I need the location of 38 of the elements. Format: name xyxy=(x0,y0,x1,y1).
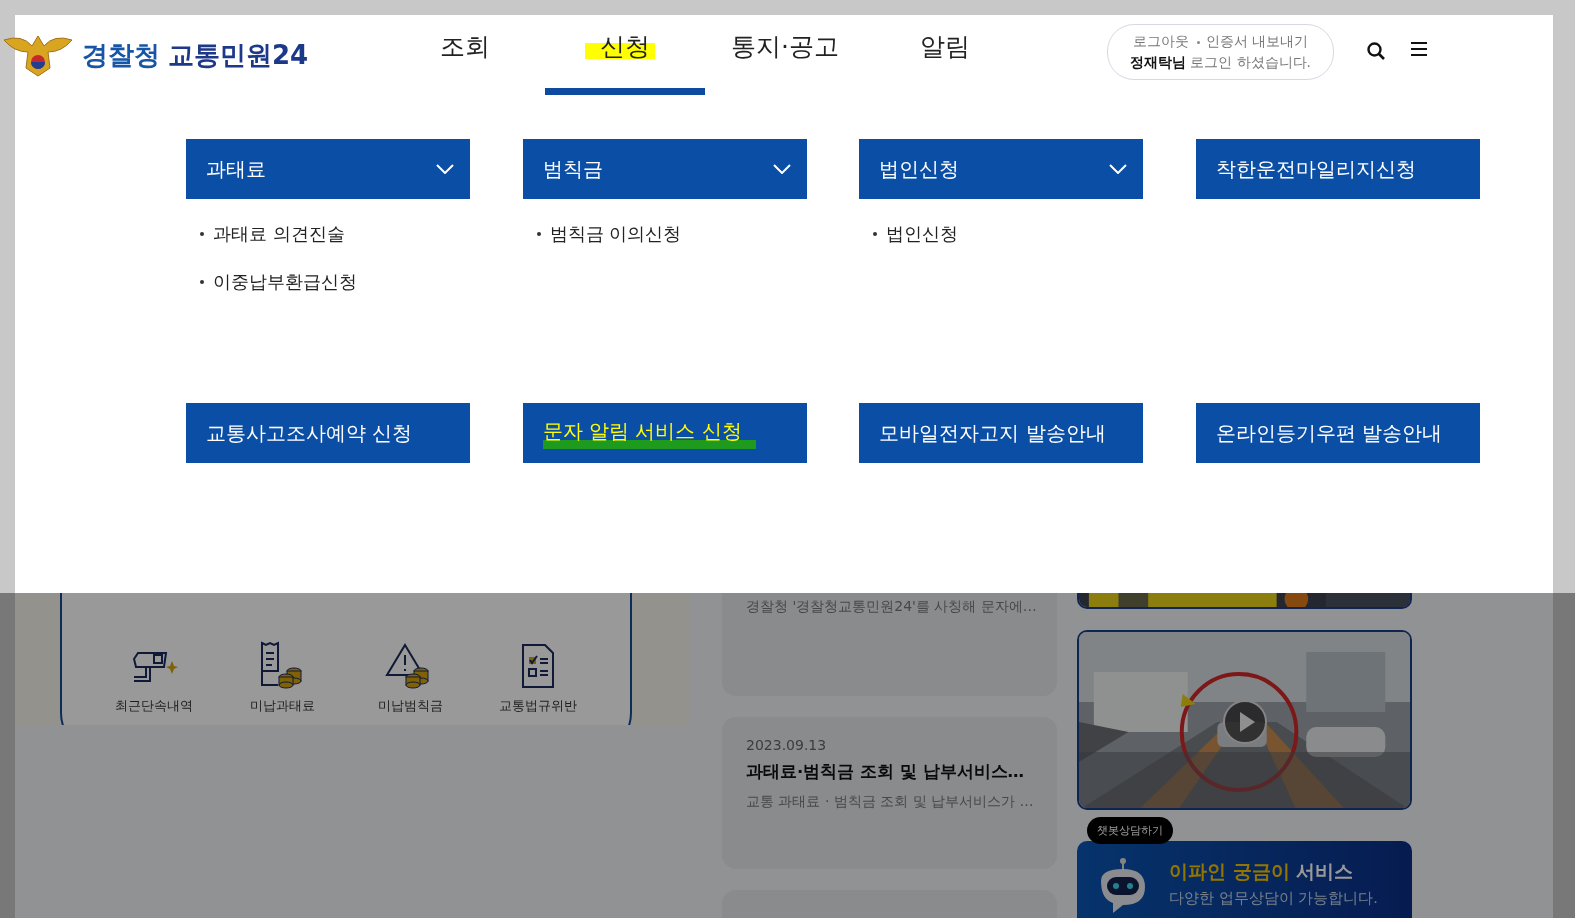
menu-category-button[interactable]: 문자 알림 서비스 신청 xyxy=(522,403,807,463)
checklist-icon xyxy=(521,643,555,689)
news-date: 2023.09.13 xyxy=(746,737,828,753)
logo-text[interactable]: 경찰청 xyxy=(82,37,160,73)
certificate-export-link[interactable]: 인증서 내보내기 xyxy=(1205,33,1309,49)
news-title: 과태료·범칙금 조회 및 납부서비스… xyxy=(746,761,1024,783)
login-message: 로그인 하셨습니다. xyxy=(1190,54,1311,70)
chatbot-subtitle: 다양한 업무상담이 가능합니다. xyxy=(1169,889,1378,908)
news-summary: 경찰청 '경찰청교통민원24'를 사칭해 문자에… xyxy=(746,598,1033,616)
quick-menu-item[interactable]: 미납범칙금 xyxy=(375,641,445,725)
nav-tab[interactable]: 조회 xyxy=(385,15,545,95)
play-icon[interactable] xyxy=(1222,699,1268,745)
menu-category-button[interactable]: 과태료 xyxy=(186,139,470,199)
menu-category-button[interactable]: 온라인등기우편 발송안내 xyxy=(1195,403,1480,463)
submenu-link[interactable]: 법인신청 xyxy=(886,222,959,246)
nav-tab[interactable]: 알림 xyxy=(865,15,1025,95)
menu-category-button[interactable]: 모바일전자고지 발송안내 xyxy=(859,403,1144,463)
chevron-down-icon xyxy=(1109,164,1128,174)
menu-category-button[interactable]: 착한운전마일리지신청 xyxy=(1195,139,1480,199)
menu-category-button[interactable]: 교통사고조사예약 신청 xyxy=(186,403,470,463)
chevron-down-icon xyxy=(772,164,791,174)
menu-icon[interactable] xyxy=(1409,41,1428,57)
nav-tab[interactable]: 통지·공고 xyxy=(705,15,865,95)
user-name: 정재탁님 xyxy=(1130,54,1186,70)
menu-category-button[interactable]: 범칙금 xyxy=(522,139,807,199)
submenu-link[interactable]: 범칙금 이의신청 xyxy=(549,222,682,246)
submenu-link[interactable]: 과태료 의견진술 xyxy=(213,222,345,246)
submenu-link[interactable]: 이중납부환급신청 xyxy=(213,270,357,294)
news-summary: 교통 과태료 · 범칙금 조회 및 납부서비스가 … xyxy=(746,793,1033,812)
search-icon[interactable] xyxy=(1365,41,1386,61)
logout-link[interactable]: 로그아웃 xyxy=(1132,33,1189,49)
news-card[interactable]: 2023.09.13 과태료·범칙금 조회 및 납부서비스… 교통 과태료 · 범칙금 조회 및 납부서비스가 … xyxy=(722,717,1057,869)
chatbot-tooltip: 챗봇상담하기 xyxy=(1087,817,1173,844)
chatbot-title: 이파인 궁금이 서비스 xyxy=(1169,859,1355,884)
chevron-down-icon xyxy=(436,164,454,174)
quick-menu-item[interactable]: 미납과태료 xyxy=(247,641,317,725)
menu-category-button[interactable]: 법인신청 xyxy=(859,139,1144,199)
logo-text[interactable]: 교통민원24 xyxy=(168,37,309,73)
